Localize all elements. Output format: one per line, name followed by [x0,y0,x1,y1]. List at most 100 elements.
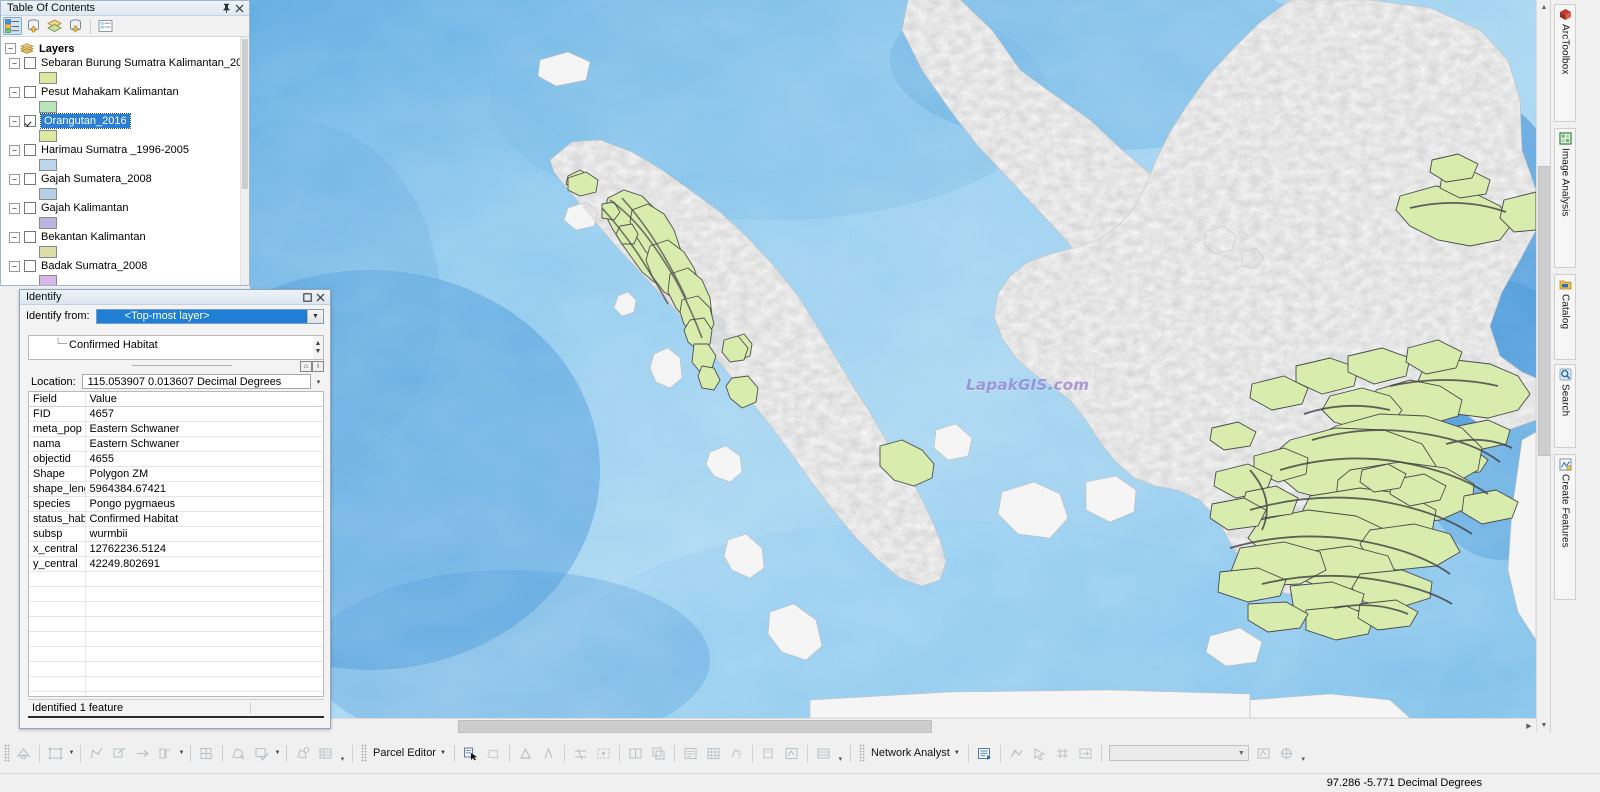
expander-icon[interactable]: − [9,173,20,185]
layer-visibility-checkbox[interactable] [24,144,36,156]
table-row[interactable]: species Pongo pygmaeus [29,496,323,512]
merge-button[interactable] [154,742,177,765]
toolbar-overflow-button[interactable]: ▾ [835,742,846,764]
parcel-report-button[interactable] [679,742,702,765]
table-row[interactable]: Shape Polygon ZM [29,466,323,482]
identify-info-button[interactable]: i [312,361,324,372]
map-vertical-scrollbar[interactable]: ▲ ▼ [1536,0,1551,732]
sidebar-item-gajah-kalimantan[interactable]: − Gajah Kalimantan [1,201,241,215]
sidebar-item-gajah-sumatera[interactable]: − Gajah Sumatera_2008 [1,172,241,186]
table-row[interactable]: FID 4657 [29,406,323,422]
table-row[interactable]: status_hab Confirmed Habitat [29,511,323,527]
list-by-visibility-button[interactable] [45,17,64,35]
parcel-snap-button[interactable] [780,742,803,765]
identify-splitter[interactable]: ⌂ i [28,360,324,372]
list-by-selection-button[interactable] [66,17,85,35]
location-options-icon[interactable]: ▾ [313,375,324,388]
identify-results-tree[interactable]: └─ Confirmed Habitat ▲ ▼ [28,335,324,360]
toolbar-grip[interactable] [361,744,367,762]
pin-icon[interactable] [220,2,233,15]
parcel-join-button[interactable] [569,742,592,765]
layer-visibility-checkbox[interactable] [24,202,36,214]
parcel-table-button[interactable] [314,742,337,765]
map-hscroll-thumb[interactable] [458,720,932,733]
list-by-source-button[interactable] [24,17,43,35]
dock-tab-catalog[interactable]: Catalog [1554,274,1576,360]
reshape-feature-button[interactable] [85,742,108,765]
parcel-history-button[interactable] [291,742,314,765]
parcel-grid-button[interactable] [702,742,725,765]
sidebar-item-badak-sumatra[interactable]: − Badak Sumatra_2008 [1,259,241,273]
expander-icon[interactable]: − [9,115,20,127]
chevron-down-icon[interactable]: ▼ [307,309,323,323]
sidebar-item-bekantan-kalimantan[interactable]: − Bekantan Kalimantan [1,230,241,244]
scroll-up-icon[interactable]: ▲ [315,340,322,348]
scroll-down-icon[interactable]: ▼ [1537,718,1551,732]
build-parcel-button[interactable] [227,742,250,765]
parcel-envelope-button[interactable] [482,742,505,765]
identify-attribute-table[interactable]: Field Value FID 4657 meta_pop Eastern Schw… [28,391,324,697]
expander-icon[interactable]: − [5,43,16,54]
parcel-attributes-button[interactable] [757,742,780,765]
close-icon[interactable] [233,2,246,15]
parcel-layers-button[interactable] [812,742,835,765]
toc-layer-tree[interactable]: − Layers − Sebaran Burung Sumatra Kalima… [1,37,241,285]
table-row[interactable]: x_central 12762236.5124 [29,541,323,557]
create-network-location-button[interactable] [1005,742,1028,765]
parcel-editor-menu[interactable]: Parcel Editor ▼ [369,747,450,759]
restore-icon[interactable] [301,291,314,304]
toolbar-overflow-button[interactable]: ▾ [337,742,348,764]
layer-visibility-checkbox[interactable] [24,115,36,127]
table-row[interactable]: y_central 42249.802691 [29,556,323,572]
toc-vertical-scrollbar[interactable] [240,37,249,285]
scroll-up-icon[interactable]: ▲ [1537,0,1551,14]
zoom-to-feature-button[interactable]: ⌂ [300,361,312,372]
split-polygons-button[interactable] [131,742,154,765]
layer-visibility-checkbox[interactable] [24,260,36,272]
network-directions-button[interactable] [1074,742,1097,765]
expander-icon[interactable]: − [9,202,20,214]
validate-parcel-button[interactable] [250,742,273,765]
scroll-down-icon[interactable]: ▼ [315,348,322,356]
parcel-division-button[interactable] [624,742,647,765]
parcel-help-button[interactable]: ? [725,742,748,765]
select-network-location-button[interactable] [1028,742,1051,765]
toc-root-layers[interactable]: − Layers [1,41,241,56]
build-network-button[interactable] [1051,742,1074,765]
clip-button[interactable] [108,742,131,765]
sidebar-item-harimau-sumatra[interactable]: − Harimau Sumatra _1996-2005 [1,143,241,157]
construct-features-button[interactable] [44,742,67,765]
layer-visibility-checkbox[interactable] [24,57,36,69]
toolbar-overflow-button[interactable]: ▾ [1298,742,1309,764]
sidebar-item-orangutan-2016[interactable]: − Orangutan_2016 [1,113,241,129]
table-row[interactable]: nama Eastern Schwaner [29,436,323,452]
expander-icon[interactable]: − [9,144,20,156]
parcel-lines-button[interactable] [537,742,560,765]
expander-icon[interactable]: − [9,86,20,98]
expander-icon[interactable]: − [9,57,20,69]
parcel-duplicate-button[interactable] [647,742,670,765]
close-icon[interactable] [314,291,327,304]
map-horizontal-scrollbar[interactable]: ◀ ▶ [250,718,1536,733]
solve-route-button[interactable] [1252,742,1275,765]
layer-visibility-checkbox[interactable] [24,173,36,185]
chevron-down-icon[interactable]: ▼ [1238,750,1245,757]
list-by-drawing-order-button[interactable] [3,17,22,35]
chevron-down-icon[interactable]: ▼ [67,743,76,764]
table-row[interactable]: objectid 4655 [29,451,323,467]
expander-icon[interactable]: − [9,260,20,272]
sidebar-item-sebaran-burung[interactable]: − Sebaran Burung Sumatra Kalimantan_2011 [1,56,241,70]
map-canvas[interactable]: LapakGIS.com [250,0,1536,718]
network-options-button[interactable] [1275,742,1298,765]
layer-visibility-checkbox[interactable] [24,231,36,243]
toc-scroll-thumb[interactable] [242,39,248,189]
network-dataset-combo[interactable]: ▼ [1108,745,1249,761]
table-row[interactable]: shape_leng 5964384.67421 [29,481,323,497]
layer-visibility-checkbox[interactable] [24,86,36,98]
identify-tree-item[interactable]: └─ Confirmed Habitat [29,338,323,351]
parcel-select-tool-button[interactable] [459,742,482,765]
parcel-explode-button[interactable] [195,742,218,765]
table-row[interactable]: subsp wurmbii [29,526,323,542]
network-analyst-window-button[interactable] [973,742,996,765]
toolbar-grip[interactable] [858,744,865,762]
